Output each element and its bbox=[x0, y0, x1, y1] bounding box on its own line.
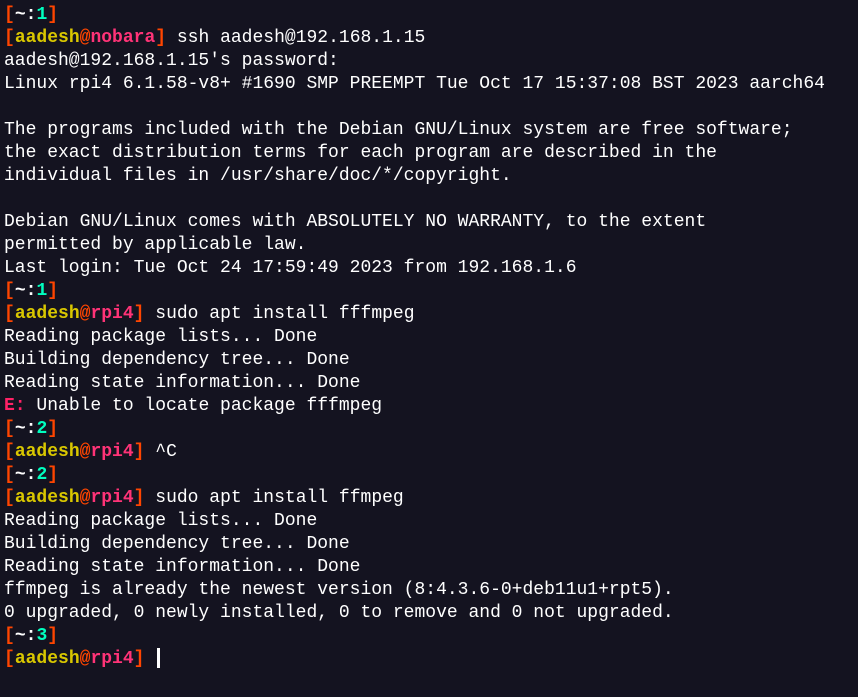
apt-output: ffmpeg is already the newest version (8:… bbox=[4, 579, 854, 602]
command-text: ssh aadesh@192.168.1.15 bbox=[177, 28, 425, 48]
apt-output: Building dependency tree... Done bbox=[4, 533, 854, 556]
motd-line: The programs included with the Debian GN… bbox=[4, 119, 854, 142]
motd-line: the exact distribution terms for each pr… bbox=[4, 142, 854, 165]
apt-error: E: Unable to locate package fffmpeg bbox=[4, 395, 854, 418]
apt-output: Reading package lists... Done bbox=[4, 326, 854, 349]
status-line: [~:1] bbox=[4, 4, 854, 27]
apt-output: 0 upgraded, 0 newly installed, 0 to remo… bbox=[4, 602, 854, 625]
prompt-line: [aadesh@rpi4] sudo apt install fffmpeg bbox=[4, 303, 854, 326]
apt-output: Building dependency tree... Done bbox=[4, 349, 854, 372]
password-prompt: aadesh@192.168.1.15's password: bbox=[4, 50, 854, 73]
command-text: ^C bbox=[155, 442, 177, 462]
command-text: sudo apt install ffmpeg bbox=[155, 488, 403, 508]
blank-line bbox=[4, 96, 854, 119]
motd-line: individual files in /usr/share/doc/*/cop… bbox=[4, 165, 854, 188]
motd-line: Linux rpi4 6.1.58-v8+ #1690 SMP PREEMPT … bbox=[4, 73, 854, 96]
status-line: [~:1] bbox=[4, 280, 854, 303]
prompt-line: [aadesh@rpi4] sudo apt install ffmpeg bbox=[4, 487, 854, 510]
prompt-line: [aadesh@rpi4] ^C bbox=[4, 441, 854, 464]
motd-line: permitted by applicable law. bbox=[4, 234, 854, 257]
cursor bbox=[157, 648, 160, 668]
prompt-line: [aadesh@nobara] ssh aadesh@192.168.1.15 bbox=[4, 27, 854, 50]
prompt-line-current[interactable]: [aadesh@rpi4] bbox=[4, 648, 854, 671]
terminal-output[interactable]: [~:1] [aadesh@nobara] ssh aadesh@192.168… bbox=[4, 4, 854, 671]
apt-output: Reading package lists... Done bbox=[4, 510, 854, 533]
apt-output: Reading state information... Done bbox=[4, 556, 854, 579]
motd-line: Debian GNU/Linux comes with ABSOLUTELY N… bbox=[4, 211, 854, 234]
status-line: [~:2] bbox=[4, 418, 854, 441]
lastlogin-line: Last login: Tue Oct 24 17:59:49 2023 fro… bbox=[4, 257, 854, 280]
command-text: sudo apt install fffmpeg bbox=[155, 304, 414, 324]
status-line: [~:2] bbox=[4, 464, 854, 487]
apt-output: Reading state information... Done bbox=[4, 372, 854, 395]
blank-line bbox=[4, 188, 854, 211]
status-line: [~:3] bbox=[4, 625, 854, 648]
